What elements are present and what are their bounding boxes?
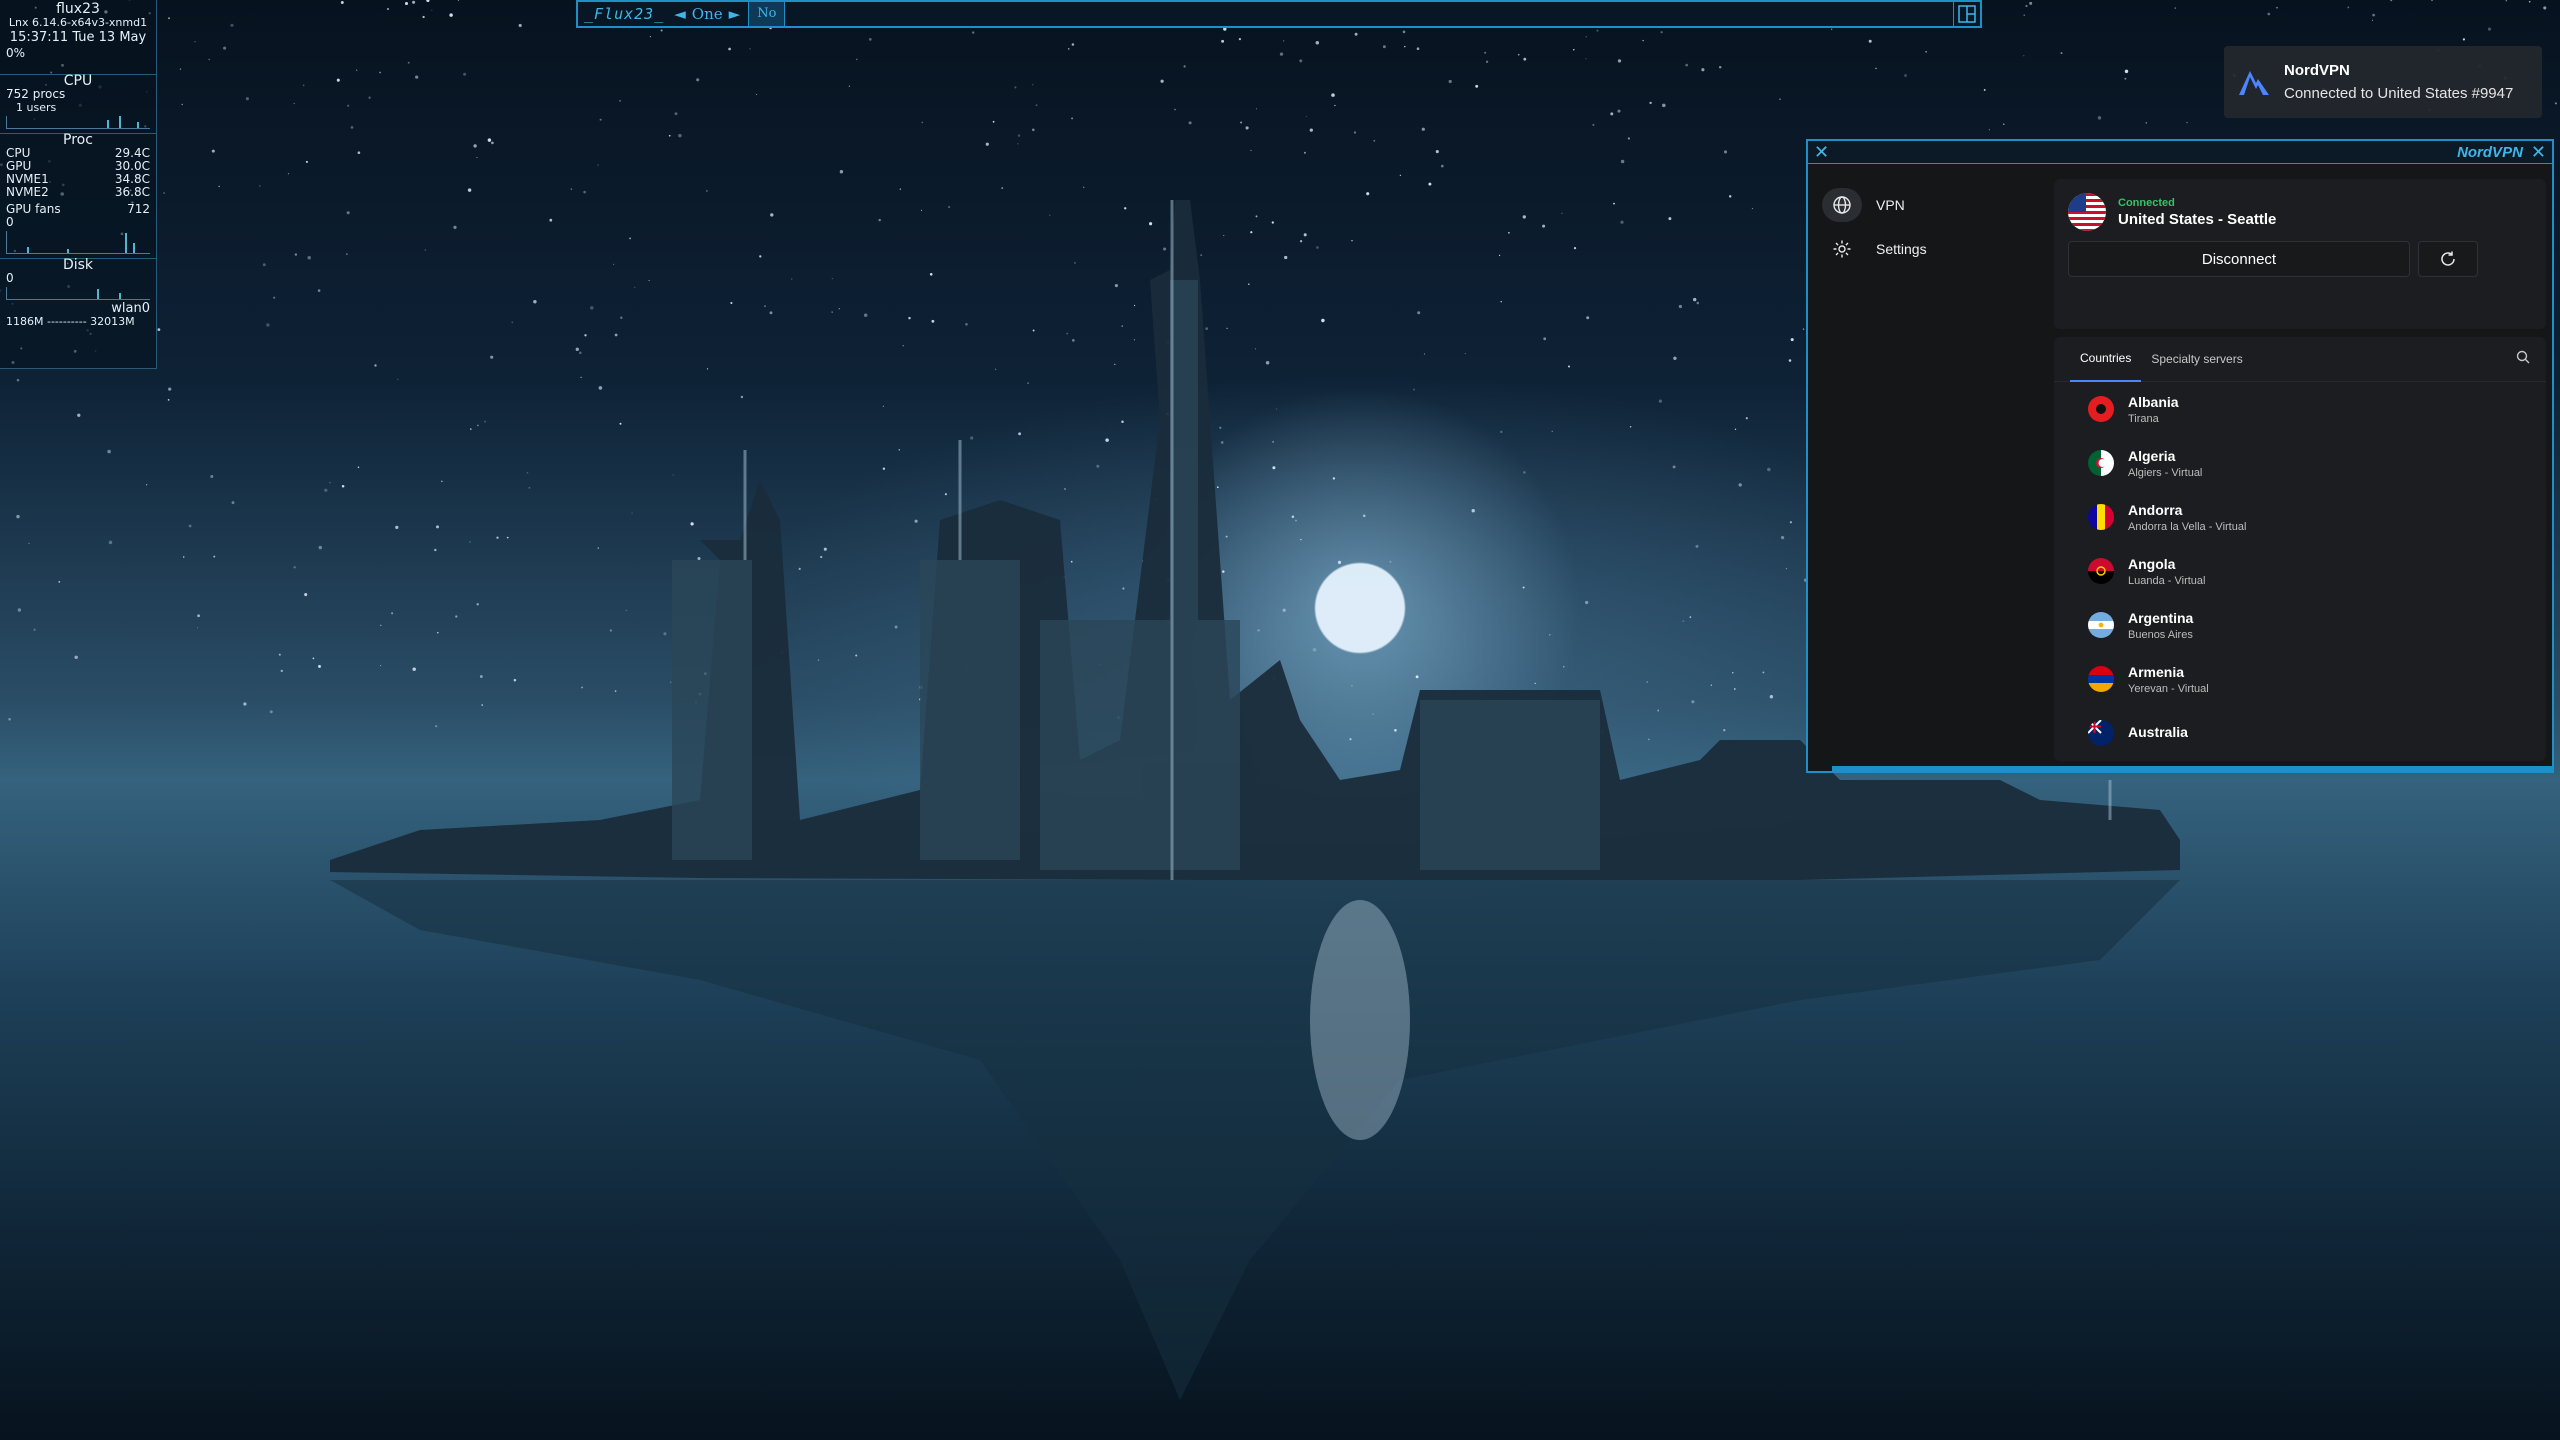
workspace-switcher: ◄ One ►: [670, 5, 744, 23]
conky-disk-title: Disk: [0, 258, 156, 272]
country-name: Albania: [2128, 393, 2179, 410]
window-titlebar[interactable]: ✕ NordVPN ✕: [1808, 141, 2552, 164]
sidebar-item-vpn[interactable]: VPN: [1822, 185, 2042, 225]
albania-flag-icon: [2088, 396, 2114, 422]
conky-proc-title: Proc: [0, 133, 156, 147]
notification-body: Connected to United States #9947: [2284, 85, 2514, 102]
notification-popup[interactable]: NordVPN Connected to United States #9947: [2224, 46, 2542, 118]
conky-proc-graph: [6, 231, 150, 254]
workspace-label[interactable]: One: [692, 5, 723, 23]
country-city: Algiers - Virtual: [2128, 466, 2203, 479]
country-city: Luanda - Virtual: [2128, 574, 2206, 587]
nordvpn-window: ✕ NordVPN ✕ VPN Settings Connected Unite…: [1806, 139, 2554, 773]
country-name: Armenia: [2128, 663, 2185, 680]
algeria-flag-icon: [2088, 450, 2114, 476]
country-item-angola[interactable]: Angola Luanda - Virtual: [2054, 544, 2546, 598]
conky-zero-b: 0: [6, 271, 14, 285]
reconnect-button[interactable]: [2418, 241, 2478, 277]
layout-icon[interactable]: [1953, 2, 1980, 26]
country-name: Angola: [2128, 555, 2176, 572]
conky-cpu-graph: [6, 116, 150, 129]
country-item-argentina[interactable]: Argentina Buenos Aires: [2054, 598, 2546, 652]
conky-hostname: flux23: [56, 1, 100, 17]
server-tabs: Countries Specialty servers: [2054, 337, 2546, 382]
us-flag-icon: [2068, 193, 2106, 231]
conky-procs: 752 procs: [6, 87, 66, 101]
notification-title: NordVPN: [2284, 62, 2350, 79]
country-name: Andorra: [2128, 501, 2183, 518]
country-city: Buenos Aires: [2128, 628, 2193, 641]
server-list-card: Countries Specialty servers Albania Tiran…: [2054, 337, 2546, 761]
andorra-flag-icon: [2088, 504, 2114, 530]
workspace-name[interactable]: _Flux23_: [578, 5, 670, 23]
connection-status-card: Connected United States - Seattle Discon…: [2054, 179, 2546, 329]
conky-gpu-fans: GPU fans 712: [6, 202, 150, 216]
sidebar-item-label: Settings: [1876, 241, 1927, 257]
sidebar-item-label: VPN: [1876, 197, 1905, 213]
connection-status: Connected: [2118, 196, 2175, 209]
conky-cpu-percent: 0%: [6, 46, 26, 60]
connected-server: United States - Seattle: [2118, 210, 2277, 228]
angola-flag-icon: [2088, 558, 2114, 584]
conky-system-monitor: flux23 Lnx 6.14.6-x64v3-xnmd1 15:37:11 T…: [0, 0, 157, 369]
country-item-armenia[interactable]: Armenia Yerevan - Virtual: [2054, 652, 2546, 706]
search-icon[interactable]: [2516, 350, 2530, 369]
tab-countries[interactable]: Countries: [2070, 337, 2142, 382]
sidebar-item-settings[interactable]: Settings: [1822, 229, 2042, 269]
conky-kernel: Lnx 6.14.6-x64v3-xnmd1: [8, 16, 148, 29]
nordvpn-logo-icon: [2224, 67, 2284, 97]
armenia-flag-icon: [2088, 666, 2114, 692]
country-item-albania[interactable]: Albania Tirana: [2054, 382, 2546, 436]
country-city: Yerevan - Virtual: [2128, 682, 2209, 695]
country-item-australia[interactable]: Australia: [2054, 706, 2546, 760]
gear-icon: [1822, 232, 1862, 266]
disconnect-button[interactable]: Disconnect: [2068, 241, 2410, 277]
conky-clock: 15:37:11 Tue 13 May: [9, 30, 147, 45]
refresh-icon: [2441, 251, 2455, 266]
window-title: NordVPN: [2457, 143, 2523, 161]
window-close-icon[interactable]: ✕: [2531, 143, 2546, 161]
window-close-left-icon[interactable]: ✕: [1814, 143, 1829, 161]
next-workspace-icon[interactable]: ►: [729, 5, 741, 23]
tab-specialty-servers[interactable]: Specialty servers: [2141, 337, 2252, 381]
globe-icon: [1822, 188, 1862, 222]
conky-net-line: 1186M ---------- 32013M: [6, 315, 135, 328]
country-item-andorra[interactable]: Andorra Andorra la Vella - Virtual: [2054, 490, 2546, 544]
conky-disk-graph: [6, 287, 150, 300]
country-name: Australia: [2128, 723, 2188, 740]
country-item-algeria[interactable]: Algeria Algiers - Virtual: [2054, 436, 2546, 490]
conky-cpu-title: CPU: [0, 74, 156, 88]
country-name: Argentina: [2128, 609, 2194, 626]
country-city: Andorra la Vella - Virtual: [2128, 520, 2247, 533]
taskbar-item[interactable]: No: [748, 2, 786, 26]
window-bottom-border: [1832, 766, 2552, 772]
conky-users: 1 users: [16, 101, 57, 114]
conky-net-iface: wlan0: [111, 301, 150, 316]
country-name: Algeria: [2128, 447, 2176, 464]
australia-flag-icon: [2088, 720, 2114, 746]
argentina-flag-icon: [2088, 612, 2114, 638]
sidebar: VPN Settings: [1822, 185, 2042, 273]
prev-workspace-icon[interactable]: ◄: [674, 5, 686, 23]
top-panel: _Flux23_ ◄ One ► No: [576, 0, 1982, 28]
country-city: Tirana: [2128, 412, 2159, 425]
conky-temp-nvme2: NVME2 36.8C: [6, 185, 150, 199]
conky-zero-a: 0: [6, 215, 14, 229]
